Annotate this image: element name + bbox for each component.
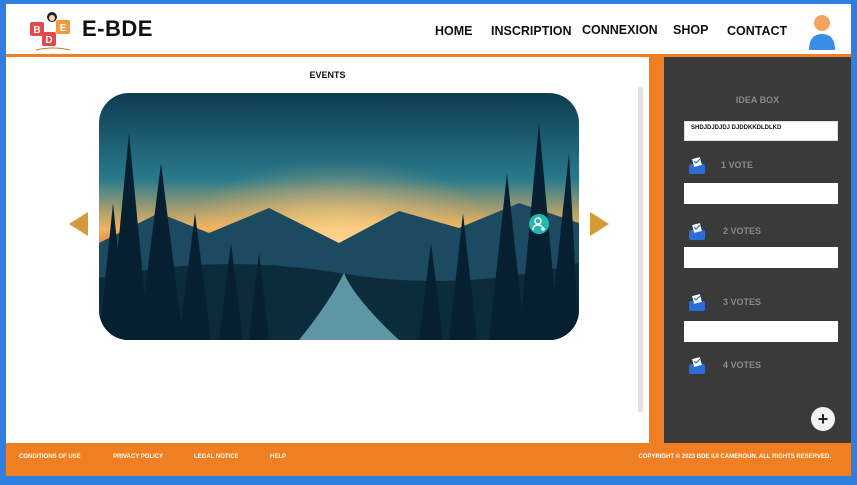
idea-box-panel: IDEA BOX SHDJDJDJDJ DJDDKKDLDLKD 1 VOTE … bbox=[664, 57, 851, 443]
add-user-icon[interactable] bbox=[529, 214, 549, 234]
footer-link-help[interactable]: HELP bbox=[270, 454, 286, 460]
bde-logo-icon[interactable]: B D E bbox=[28, 10, 78, 54]
footer-link-conditions[interactable]: CONDITIONS OF USE bbox=[19, 454, 81, 460]
idea-field[interactable] bbox=[684, 321, 838, 342]
vote-ballot-icon[interactable] bbox=[686, 221, 708, 241]
vote-ballot-icon[interactable] bbox=[686, 155, 708, 175]
vote-ballot-icon[interactable] bbox=[686, 355, 708, 375]
header: B D E E-BDE HOME INSCRIPTION CONNEXION S… bbox=[6, 4, 851, 55]
idea-box-title: IDEA BOX bbox=[735, 95, 780, 105]
nav-shop[interactable]: SHOP bbox=[673, 23, 708, 37]
forest-sunset-lake-image bbox=[99, 93, 579, 340]
orange-divider bbox=[649, 57, 664, 443]
vote-count: 1 VOTE bbox=[721, 160, 754, 170]
triangle-right-icon[interactable] bbox=[590, 212, 609, 236]
vote-ballot-icon[interactable] bbox=[686, 292, 708, 312]
copyright-text: COPYRIGHT © 2023 BDE IUI CAMEROUN. ALL R… bbox=[638, 454, 831, 460]
footer-link-legal[interactable]: LEGAL NOTICE bbox=[194, 454, 239, 460]
footer: CONDITIONS OF USE PRIVACY POLICY LEGAL N… bbox=[6, 443, 851, 476]
footer-link-privacy[interactable]: PRIVACY POLICY bbox=[113, 454, 163, 460]
user-avatar-icon[interactable] bbox=[807, 12, 837, 52]
nav-inscription[interactable]: INSCRIPTION bbox=[491, 24, 572, 38]
scrollbar[interactable] bbox=[638, 87, 643, 412]
triangle-left-icon[interactable] bbox=[69, 212, 88, 236]
nav-contact[interactable]: CONTACT bbox=[727, 24, 787, 38]
idea-field[interactable] bbox=[684, 183, 838, 204]
idea-field[interactable] bbox=[684, 247, 838, 268]
add-idea-button[interactable]: + bbox=[811, 407, 835, 431]
vote-count: 3 VOTES bbox=[723, 297, 762, 307]
svg-text:D: D bbox=[45, 35, 52, 46]
events-section: EVENTS bbox=[6, 57, 649, 443]
nav-connexion[interactable]: CONNEXION bbox=[582, 23, 658, 37]
nav-home[interactable]: HOME bbox=[435, 24, 473, 38]
svg-text:E: E bbox=[60, 23, 67, 34]
idea-input[interactable]: SHDJDJDJDJ DJDDKKDLDLKD bbox=[684, 121, 838, 141]
vote-count: 4 VOTES bbox=[723, 360, 762, 370]
plus-icon: + bbox=[817, 409, 829, 429]
svg-text:B: B bbox=[33, 25, 40, 36]
brand-name[interactable]: E-BDE bbox=[82, 16, 153, 42]
vote-count: 2 VOTES bbox=[723, 226, 762, 236]
events-title: EVENTS bbox=[309, 70, 346, 80]
